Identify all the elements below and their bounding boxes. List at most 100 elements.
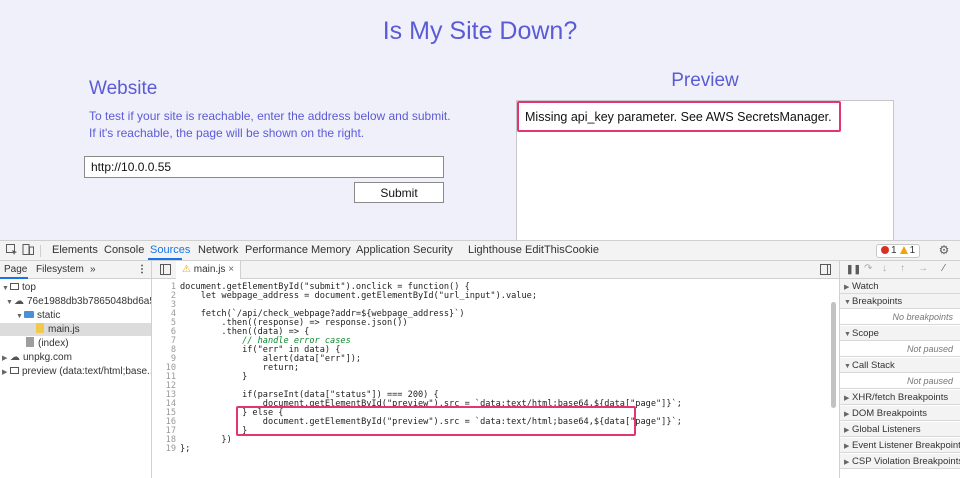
web-page: Is My Site Down? Website To test if your… [0, 0, 960, 240]
tree-item-label: unpkg.com [23, 352, 72, 363]
step-over-icon[interactable]: ↷ [864, 263, 872, 274]
tab-performance[interactable]: Performance [245, 241, 308, 260]
issues-badge[interactable]: 11 [876, 244, 921, 258]
expanded-arrow-icon: ▼ [16, 313, 23, 320]
tree-item-label: top [22, 282, 36, 293]
tree-item-main-js[interactable]: main.js [0, 323, 151, 336]
pane-title: DOM Breakpoints [852, 408, 927, 419]
code-line: 11 } [165, 372, 248, 382]
pane-xhr-breakpoints[interactable]: ▶ XHR/fetch Breakpoints [840, 390, 960, 405]
code-line: 18 }) [165, 435, 232, 445]
collapsed-arrow-icon: ▶ [844, 459, 850, 466]
close-tab-icon[interactable]: × [228, 264, 234, 275]
tab-memory[interactable]: Memory [311, 241, 351, 260]
expanded-arrow-icon: ▼ [844, 299, 851, 306]
pane-title: Event Listener Breakpoints [852, 440, 960, 451]
step-into-icon[interactable]: ↓ [882, 263, 887, 274]
frame-icon [10, 367, 19, 374]
expanded-arrow-icon: ▼ [844, 363, 851, 370]
expanded-arrow-icon: ▼ [6, 299, 13, 306]
collapsed-arrow-icon: ▶ [844, 284, 850, 291]
nav-active-indicator [0, 277, 28, 279]
url-input[interactable] [84, 156, 444, 178]
collapsed-arrow-icon: ▶ [2, 355, 8, 362]
call-stack-empty-text: Not paused [840, 373, 960, 389]
warning-icon: ⚠ [182, 264, 191, 275]
pane-watch[interactable]: ▶ Watch [840, 279, 960, 294]
nav-more-tabs[interactable]: » [90, 261, 96, 278]
code-highlight-box [236, 406, 636, 436]
editor-file-tab[interactable]: ⚠ main.js × [176, 261, 242, 279]
tab-lighthouse[interactable]: Lighthouse [468, 241, 522, 260]
devtools-toolbar: Elements Console Sources Network Perform… [0, 241, 960, 261]
expanded-arrow-icon: ▼ [844, 331, 851, 338]
source-editor: ⚠ main.js × 1 document.getElementById("su… [152, 261, 839, 478]
submit-button[interactable]: Submit [354, 182, 444, 203]
page-title: Is My Site Down? [382, 17, 578, 45]
device-toolbar-icon[interactable] [22, 244, 34, 256]
nav-tab-page[interactable]: Page [4, 261, 27, 278]
code-area[interactable]: 1 document.getElementById("submit").oncli… [152, 280, 839, 478]
settings-gear-icon[interactable]: ⚙ [938, 244, 950, 256]
pane-title: Call Stack [852, 360, 895, 371]
tree-item-label: 76e1988db3b7865048bd6a5c2fc [27, 296, 151, 307]
tree-item-unpkg[interactable]: ▶ ☁ unpkg.com [0, 351, 151, 364]
cloud-icon: ☁ [14, 296, 24, 307]
tab-console[interactable]: Console [104, 241, 144, 260]
step-icon[interactable]: → [918, 263, 928, 274]
pane-scope[interactable]: ▼Scope [840, 326, 960, 341]
tree-item-label: main.js [48, 324, 80, 335]
pane-breakpoints[interactable]: ▼Breakpoints [840, 294, 960, 309]
active-tab-indicator [148, 258, 182, 260]
tree-item-preview[interactable]: ▶ preview (data:text/html;base...) [0, 365, 151, 378]
help-text-line-1: To test if your site is reachable, enter… [89, 109, 451, 123]
file-tab-label: main.js [193, 264, 226, 275]
warning-count: 1 [909, 245, 916, 256]
code-line: 10 return; [165, 363, 299, 373]
collapsed-arrow-icon: ▶ [844, 411, 850, 418]
cloud-icon: ☁ [10, 352, 20, 363]
pane-call-stack[interactable]: ▼Call Stack [840, 358, 960, 373]
scope-empty-text: Not paused [840, 341, 960, 357]
inspect-element-icon[interactable] [6, 244, 18, 256]
sources-navigator: Page Filesystem » ⋮ ▼ top ▼☁ 76e1988db3b78… [0, 261, 152, 478]
tree-item-static[interactable]: ▼ static [0, 309, 151, 322]
tab-editthiscookie[interactable]: EditThisCookie [525, 241, 599, 260]
devtools-panel: Elements Console Sources Network Perform… [0, 240, 960, 478]
tree-item-top[interactable]: ▼ top [0, 281, 151, 294]
js-file-icon [36, 323, 44, 333]
breakpoints-empty-text: No breakpoints [840, 309, 960, 325]
pane-event-listener-breakpoints[interactable]: ▶ Event Listener Breakpoints [840, 438, 960, 453]
preview-heading: Preview [671, 70, 739, 91]
toolbar-divider [40, 245, 41, 257]
tree-item-index[interactable]: (index) [0, 337, 151, 350]
editor-scrollbar[interactable] [831, 302, 836, 408]
tree-item-origin[interactable]: ▼☁76e1988db3b7865048bd6a5c2fc [0, 295, 151, 308]
pane-title: Global Listeners [852, 424, 921, 435]
pane-title: Scope [852, 328, 879, 339]
tab-security[interactable]: Security [413, 241, 453, 260]
navigator-menu-icon[interactable]: ⋮ [137, 261, 147, 278]
collapsed-arrow-icon: ▶ [844, 395, 850, 402]
tree-item-label: static [37, 310, 61, 321]
deactivate-breakpoints-icon[interactable]: ⁄ [943, 263, 945, 274]
debugger-sidebar: ❚❚ ↷ ↓ ↑ → ⁄ ▶ Watch ▼Breakpoints No brea… [839, 261, 960, 478]
pause-icon[interactable]: ❚❚ [846, 264, 861, 275]
file-icon [26, 337, 34, 347]
step-out-icon[interactable]: ↑ [900, 263, 905, 274]
toggle-debugger-icon[interactable] [820, 264, 831, 278]
debugger-toolbar: ❚❚ ↷ ↓ ↑ → ⁄ [840, 261, 960, 279]
editor-tab-bar: ⚠ main.js × [152, 261, 839, 279]
pane-title: CSP Violation Breakpoints [852, 456, 960, 467]
error-icon [881, 246, 889, 254]
collapsed-arrow-icon: ▶ [844, 427, 850, 434]
nav-tab-filesystem[interactable]: Filesystem [36, 261, 84, 278]
pane-csp-violation-breakpoints[interactable]: ▶ CSP Violation Breakpoints [840, 454, 960, 469]
tab-application[interactable]: Application [356, 241, 410, 260]
toggle-navigator-icon[interactable] [160, 264, 171, 278]
pane-dom-breakpoints[interactable]: ▶ DOM Breakpoints [840, 406, 960, 421]
tab-elements[interactable]: Elements [52, 241, 98, 260]
pane-global-listeners[interactable]: ▶ Global Listeners [840, 422, 960, 437]
pane-title: Breakpoints [852, 296, 903, 307]
tab-network[interactable]: Network [198, 241, 238, 260]
